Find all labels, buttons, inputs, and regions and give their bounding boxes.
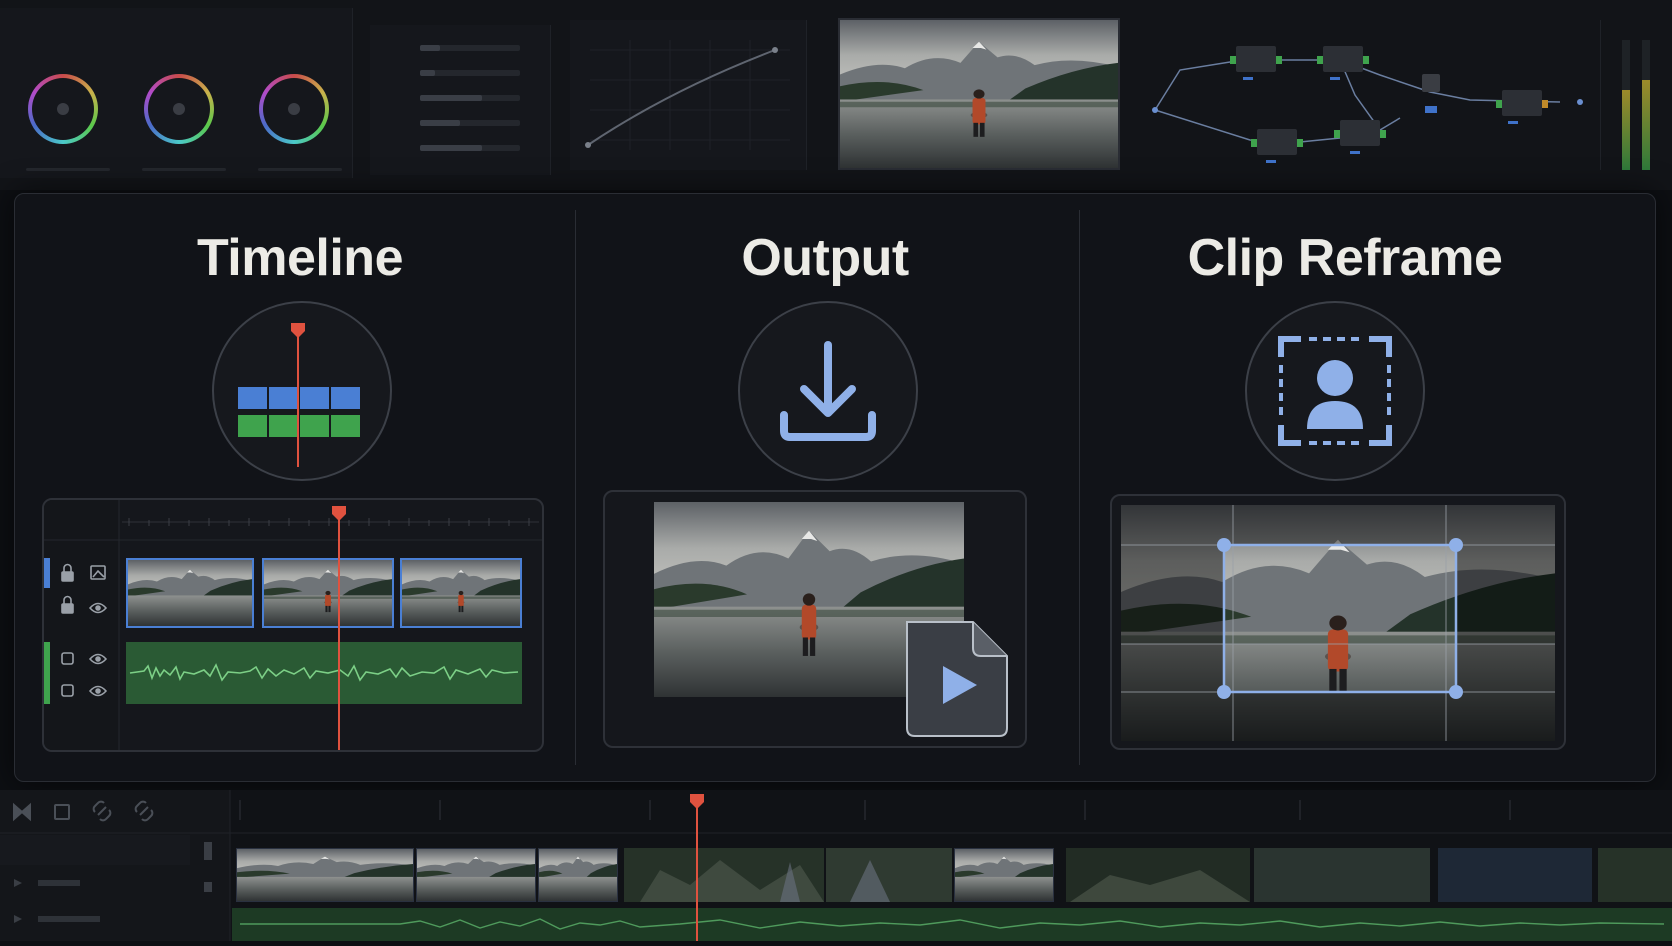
output-icon-circle [738,301,918,481]
node-graph[interactable] [1140,20,1600,170]
curves-panel [570,20,807,170]
reframe-icon-circle [1245,301,1425,481]
feature-title-timeline: Timeline [196,229,404,287]
timeline-icon-circle [212,301,392,481]
reframe-mockup [1121,505,1555,741]
bottom-timeline [0,790,1672,941]
output-preview-card [603,490,1027,748]
node-graph-panel [1140,20,1601,170]
output-mockup [654,502,1008,737]
play-file-icon [906,621,1008,737]
feature-divider [1079,210,1080,765]
feature-divider [575,210,576,765]
timeline-icon [238,323,360,467]
audio-meters [1612,30,1662,175]
feature-title-output: Output [741,229,909,287]
color-wheels-panel [0,8,353,178]
timeline-mockup [44,500,542,750]
download-icon [780,341,876,441]
reframe-preview-card [1110,494,1566,750]
top-background-strip [0,0,1672,190]
curve-graph[interactable] [570,20,806,170]
viewer-preview [838,18,1120,170]
timeline-preview-card [42,498,544,752]
feature-title-reframe: Clip Reframe [1187,229,1503,287]
adjustment-sliders-panel [370,25,551,175]
bottom-timeline-mockup [0,790,1672,941]
reframe-person-icon [1278,336,1392,446]
adjust-slider[interactable] [420,70,520,76]
